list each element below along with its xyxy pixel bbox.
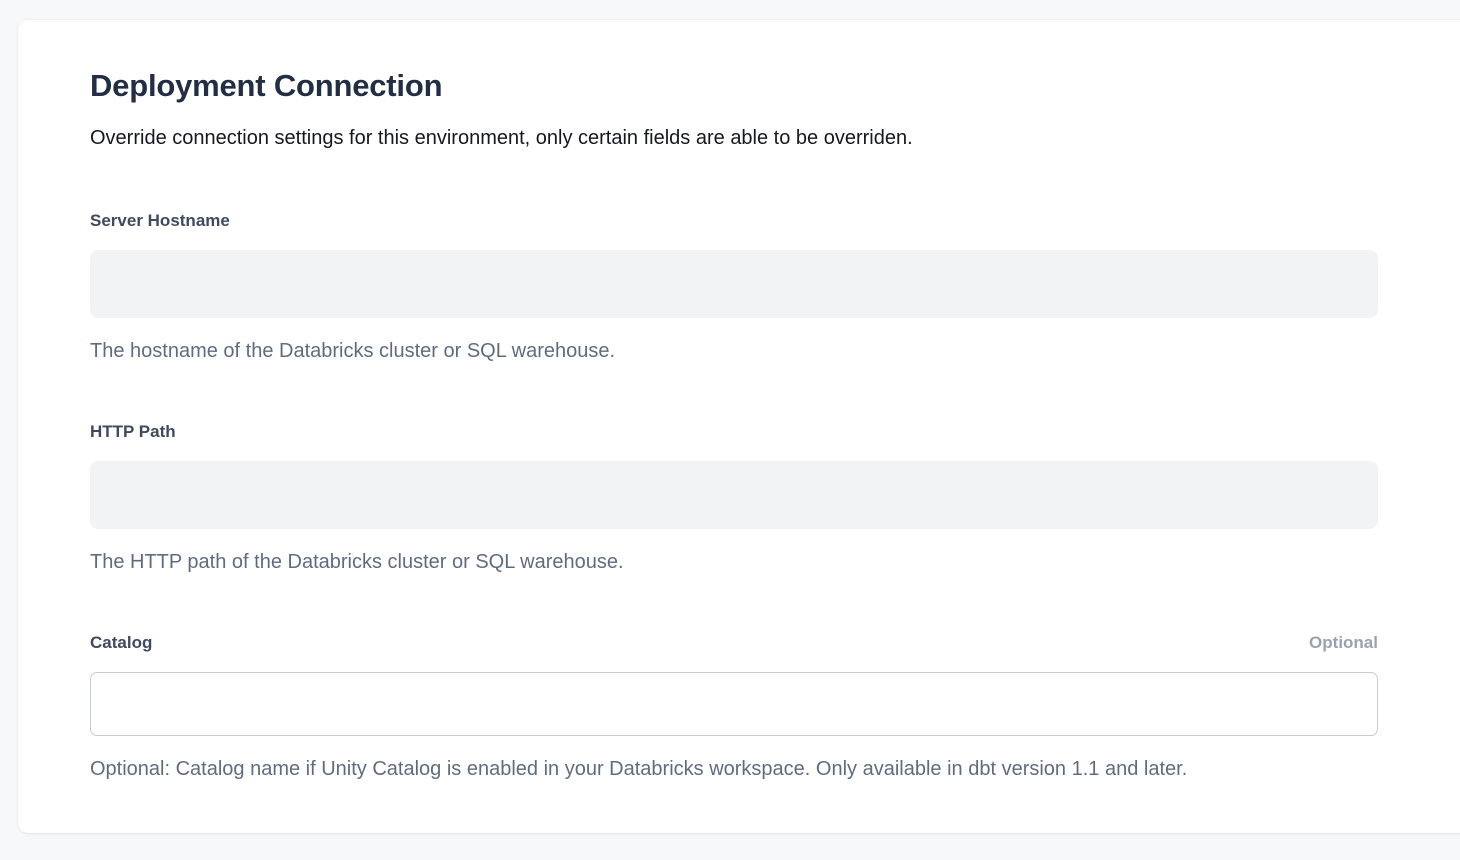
field-http-path: HTTP Path The HTTP path of the Databrick… <box>90 421 1378 575</box>
catalog-help: Optional: Catalog name if Unity Catalog … <box>90 757 1378 782</box>
server-hostname-label: Server Hostname <box>90 210 230 232</box>
catalog-label-row: Catalog Optional <box>90 632 1378 654</box>
http-path-label-row: HTTP Path <box>90 421 1378 443</box>
server-hostname-help: The hostname of the Databricks cluster o… <box>90 339 1378 364</box>
catalog-input[interactable] <box>90 672 1378 736</box>
server-hostname-label-row: Server Hostname <box>90 210 1378 232</box>
server-hostname-input <box>90 250 1378 318</box>
http-path-help: The HTTP path of the Databricks cluster … <box>90 550 1378 575</box>
catalog-optional-badge: Optional <box>1309 632 1378 654</box>
catalog-label: Catalog <box>90 632 152 654</box>
field-server-hostname: Server Hostname The hostname of the Data… <box>90 210 1378 364</box>
deployment-connection-card: Deployment Connection Override connectio… <box>18 20 1460 833</box>
page-title: Deployment Connection <box>90 68 1378 104</box>
page-subtitle: Override connection settings for this en… <box>90 125 1378 151</box>
http-path-input <box>90 461 1378 529</box>
card-content: Deployment Connection Override connectio… <box>18 20 1378 782</box>
http-path-label: HTTP Path <box>90 421 176 443</box>
field-catalog: Catalog Optional Optional: Catalog name … <box>90 632 1378 782</box>
